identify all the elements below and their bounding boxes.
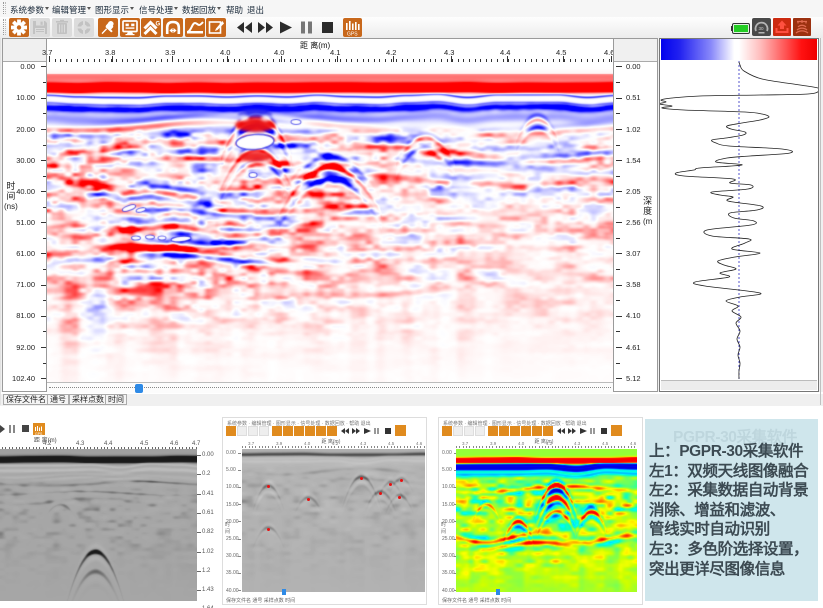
svg-text:GPS: GPS xyxy=(347,32,358,38)
svg-text:30: 30 xyxy=(759,26,765,31)
svg-text:G: G xyxy=(156,22,161,28)
